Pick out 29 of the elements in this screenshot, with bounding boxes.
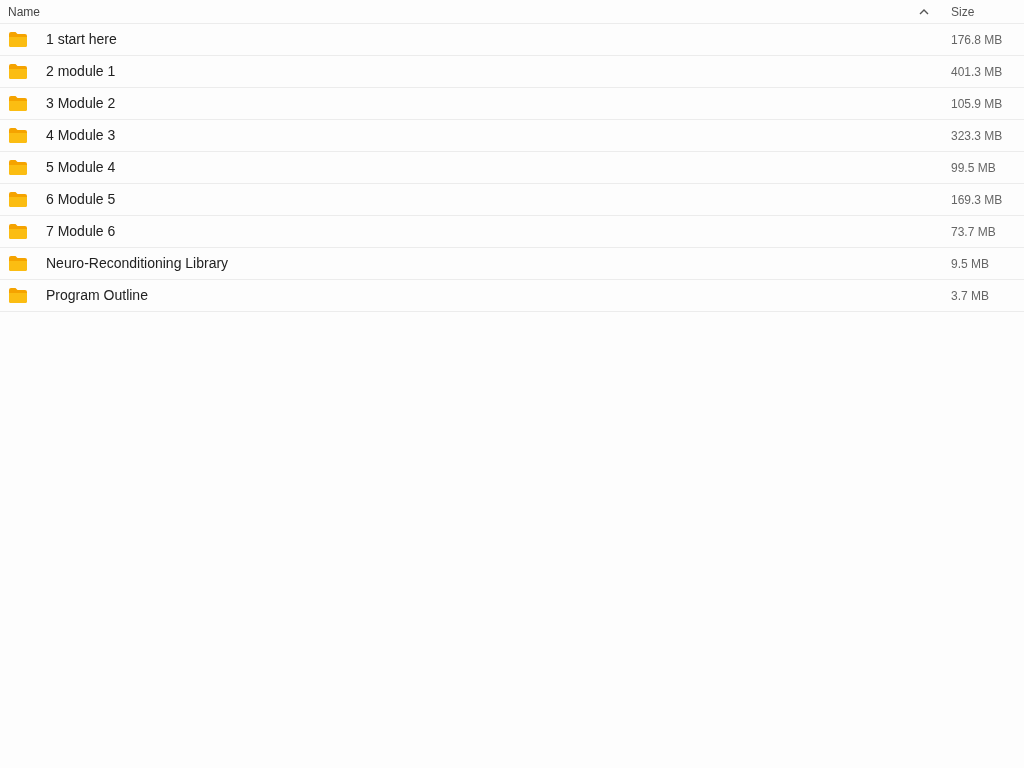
folder-name[interactable]: 2 module 1 [46, 61, 116, 82]
file-size: 105.9 MB [950, 95, 1003, 113]
file-size: 401.3 MB [950, 63, 1003, 81]
column-header[interactable]: Size [951, 2, 975, 21]
folder-icon [9, 224, 27, 239]
folder-name[interactable]: Neuro-Reconditioning Library [46, 253, 229, 274]
folder-icon [9, 160, 27, 175]
file-size: 73.7 MB [950, 223, 996, 241]
file-size: 99.5 MB [950, 159, 996, 177]
folder-icon [9, 96, 27, 111]
folder-name[interactable]: 4 Module 3 [46, 125, 116, 146]
folder-name[interactable]: 1 start here [46, 29, 117, 50]
folder-icon [9, 192, 27, 207]
file-size: 169.3 MB [950, 191, 1003, 209]
folder-name[interactable]: Program Outline [46, 285, 148, 306]
file-size: 3.7 MB [950, 287, 989, 305]
column-header[interactable]: Name [8, 2, 919, 21]
file-size: 176.8 MB [950, 31, 1003, 49]
folder-icon [9, 64, 27, 79]
folder-icon [9, 128, 27, 143]
folder-name[interactable]: 5 Module 4 [46, 157, 116, 178]
folder-icon [9, 288, 27, 303]
folder-name[interactable]: 6 Module 5 [46, 189, 116, 210]
folder-name[interactable]: 3 Module 2 [46, 93, 116, 114]
file-size: 323.3 MB [950, 127, 1003, 145]
folder-name[interactable]: 7 Module 6 [46, 221, 116, 242]
folder-icon [9, 256, 27, 271]
folder-icon [9, 32, 27, 47]
file-size: 9.5 MB [950, 255, 989, 273]
